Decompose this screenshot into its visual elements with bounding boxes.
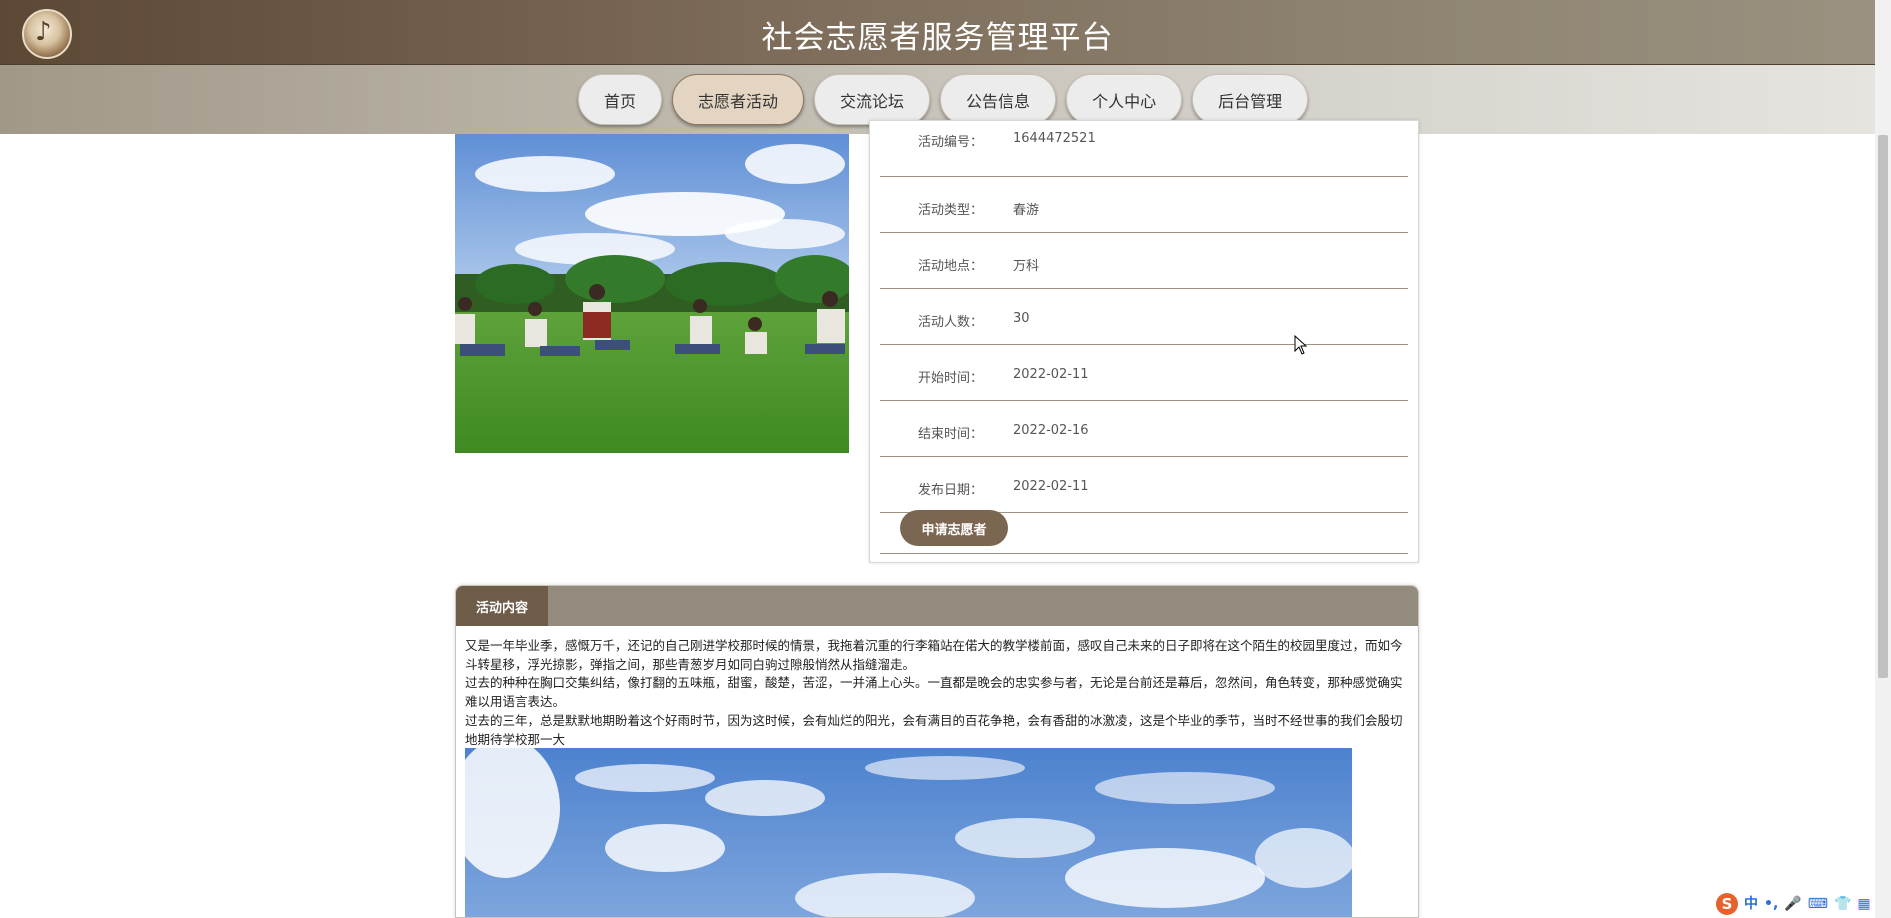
nav-announcements[interactable]: 公告信息 bbox=[940, 74, 1057, 125]
activity-photo-graphic bbox=[455, 134, 849, 453]
divider bbox=[880, 553, 1408, 554]
nav-admin[interactable]: 后台管理 bbox=[1192, 74, 1309, 125]
content-paragraph: 又是一年毕业季，感慨万千，还记的自己刚进学校那时候的情景，我拖着沉重的行李箱站在… bbox=[465, 638, 1403, 672]
mouse-cursor-icon bbox=[1294, 335, 1308, 355]
skin-shirt-icon[interactable]: 👕 bbox=[1834, 897, 1851, 911]
ime-language-toggle[interactable]: 中 bbox=[1744, 897, 1758, 911]
detail-row-activity-id: 活动编号： 1644472521 bbox=[880, 121, 1408, 177]
detail-value: 春游 bbox=[1013, 203, 1040, 218]
site-header: ♪ 社会志愿者服务管理平台 bbox=[0, 0, 1875, 65]
nav-personal-center[interactable]: 个人中心 bbox=[1066, 74, 1183, 125]
ime-punctuation-icon[interactable]: •, bbox=[1764, 897, 1778, 911]
detail-label: 活动人数： bbox=[918, 315, 984, 330]
content-image-graphic bbox=[465, 748, 1352, 917]
detail-value: 2022-02-11 bbox=[1013, 367, 1089, 382]
detail-value: 1644472521 bbox=[1013, 131, 1096, 146]
content-image bbox=[465, 748, 1352, 917]
detail-label: 发布日期： bbox=[918, 483, 984, 498]
nav-home[interactable]: 首页 bbox=[578, 74, 663, 125]
keyboard-icon[interactable]: ⌨ bbox=[1808, 897, 1828, 911]
activity-detail-box: 活动编号： 1644472521 活动类型： 春游 活动地点： 万科 活动人数：… bbox=[869, 120, 1419, 563]
detail-value: 2022-02-11 bbox=[1013, 479, 1089, 494]
detail-label: 活动类型： bbox=[918, 203, 984, 218]
sogou-ime-icon[interactable]: S bbox=[1716, 893, 1738, 915]
detail-value: 2022-02-16 bbox=[1013, 423, 1089, 438]
apply-volunteer-button[interactable]: 申请志愿者 bbox=[900, 510, 1008, 546]
page-scrollbar[interactable] bbox=[1875, 0, 1891, 918]
app-window: ♪ 社会志愿者服务管理平台 首页 志愿者活动 交流论坛 公告信息 个人中心 后台… bbox=[0, 0, 1891, 918]
detail-row-participants: 活动人数： 30 bbox=[880, 289, 1408, 345]
content-tab-bar: 活动内容 bbox=[456, 586, 1418, 626]
activity-photo bbox=[455, 134, 849, 453]
scrollbar-thumb[interactable] bbox=[1878, 135, 1888, 678]
toolbox-grid-icon[interactable]: ▦ bbox=[1857, 897, 1870, 911]
content-paragraph: 过去的三年，总是默默地期盼着这个好雨时节，因为这时候，会有灿烂的阳光，会有满目的… bbox=[465, 712, 1403, 747]
site-title: 社会志愿者服务管理平台 bbox=[761, 20, 1114, 56]
microphone-icon[interactable]: 🎤 bbox=[1784, 897, 1801, 911]
detail-label: 结束时间： bbox=[918, 427, 984, 442]
activity-content-panel: 活动内容 又是一年毕业季，感慨万千，还记的自己刚进学校那时候的情景，我拖着沉重的… bbox=[455, 585, 1419, 918]
nav-forum[interactable]: 交流论坛 bbox=[814, 74, 931, 125]
detail-label: 活动地点： bbox=[918, 259, 984, 274]
detail-row-start-time: 开始时间： 2022-02-11 bbox=[880, 345, 1408, 401]
ime-toolbar: S 中 •, 🎤 ⌨ 👕 ▦ bbox=[1712, 892, 1875, 916]
detail-row-end-time: 结束时间： 2022-02-16 bbox=[880, 401, 1408, 457]
detail-label: 开始时间： bbox=[918, 371, 984, 386]
nav-list: 首页 志愿者活动 交流论坛 公告信息 个人中心 后台管理 bbox=[578, 74, 1309, 125]
nav-volunteer-activities[interactable]: 志愿者活动 bbox=[672, 74, 805, 125]
detail-row-publish-date: 发布日期： 2022-02-11 bbox=[880, 457, 1408, 513]
detail-value: 30 bbox=[1013, 311, 1030, 326]
detail-value: 万科 bbox=[1013, 259, 1040, 274]
content-paragraph: 过去的种种在胸口交集纠结，像打翻的五味瓶，甜蜜，酸楚，苦涩，一并涌上心头。一直都… bbox=[465, 675, 1403, 710]
detail-row-activity-location: 活动地点： 万科 bbox=[880, 233, 1408, 289]
detail-row-activity-type: 活动类型： 春游 bbox=[880, 177, 1408, 233]
tab-activity-content[interactable]: 活动内容 bbox=[456, 586, 548, 626]
detail-label: 活动编号： bbox=[918, 135, 984, 150]
activity-content-text: 又是一年毕业季，感慨万千，还记的自己刚进学校那时候的情景，我拖着沉重的行李箱站在… bbox=[465, 637, 1409, 749]
